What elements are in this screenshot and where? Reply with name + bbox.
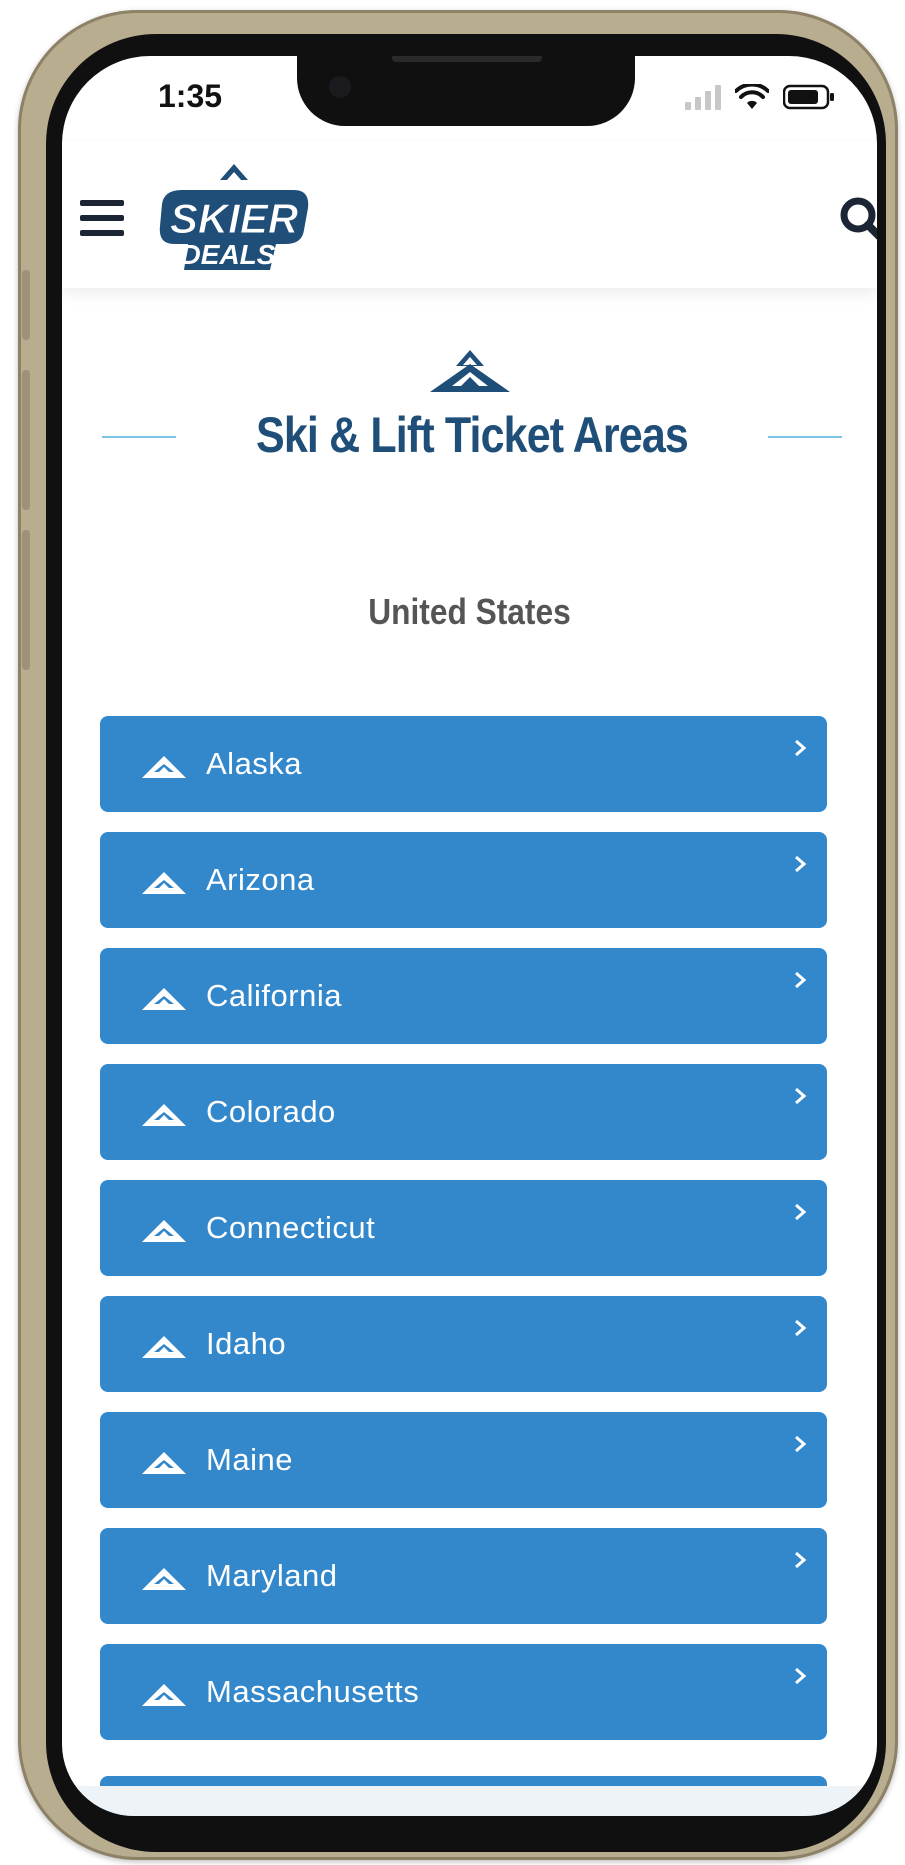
mountain-icon (142, 1104, 186, 1126)
state-list: Alaska Arizona California Colorado Conne… (100, 716, 827, 1760)
status-icons (685, 84, 835, 110)
list-item[interactable]: Arizona (100, 832, 827, 928)
list-item-label: Connecticut (206, 1210, 376, 1245)
cellular-signal-icon (685, 85, 721, 110)
title-divider-right (768, 436, 842, 438)
mountain-icon (142, 988, 186, 1010)
list-item[interactable]: Maryland (100, 1528, 827, 1624)
section-title: United States (368, 591, 571, 632)
mountain-icon (142, 756, 186, 778)
mountain-icon (142, 1568, 186, 1590)
page-title: Ski & Lift Ticket Areas (256, 407, 689, 463)
chevron-right-icon (795, 855, 807, 873)
list-item-label: Colorado (206, 1094, 336, 1129)
list-item-label: Alaska (206, 746, 303, 781)
volume-down-button (22, 530, 30, 670)
status-time: 1:35 (158, 78, 223, 114)
hamburger-menu-icon[interactable] (80, 200, 124, 240)
skier-deals-logo[interactable]: SKIER DEALS (154, 160, 314, 280)
screen-bottom-edge (62, 1786, 877, 1816)
chevron-right-icon (795, 1087, 807, 1105)
list-item[interactable]: Connecticut (100, 1180, 827, 1276)
chevron-right-icon (795, 971, 807, 989)
list-item[interactable]: Alaska (100, 716, 827, 812)
chevron-right-icon (795, 739, 807, 757)
list-item[interactable]: Maine (100, 1412, 827, 1508)
phone-screen: 1:35 SKIER DEALS Ski & Lift Ticket Areas… (62, 56, 877, 1816)
list-item[interactable]: California (100, 948, 827, 1044)
chevron-right-icon (795, 1435, 807, 1453)
mountain-logo-icon (430, 350, 510, 392)
list-item-label: Massachusetts (206, 1674, 420, 1709)
list-item[interactable]: Idaho (100, 1296, 827, 1392)
earpiece-speaker (392, 56, 542, 62)
mountain-icon (142, 1336, 186, 1358)
notch (297, 56, 635, 126)
wifi-icon (735, 84, 769, 109)
battery-icon (783, 84, 834, 110)
list-item-label: Idaho (206, 1326, 287, 1361)
mountain-icon (142, 872, 186, 894)
logo-text-skier: SKIER (170, 195, 299, 242)
list-item-label: Maryland (206, 1558, 338, 1593)
mountain-icon (142, 1452, 186, 1474)
list-item[interactable]: Massachusetts (100, 1644, 827, 1740)
mountain-icon (142, 1684, 186, 1706)
chevron-right-icon (795, 1319, 807, 1337)
front-camera (329, 76, 351, 98)
list-item[interactable]: Colorado (100, 1064, 827, 1160)
list-item-label: California (206, 978, 342, 1013)
mountain-icon (142, 1220, 186, 1242)
search-icon[interactable] (837, 194, 877, 246)
volume-up-button (22, 370, 30, 510)
chevron-right-icon (795, 1667, 807, 1685)
list-item-label: Maine (206, 1442, 293, 1477)
chevron-right-icon (795, 1551, 807, 1569)
mute-switch (22, 270, 30, 340)
list-item-label: Arizona (206, 862, 315, 897)
logo-text-deals: DEALS (181, 239, 276, 270)
page-title-row: Ski & Lift Ticket Areas (102, 406, 842, 476)
chevron-right-icon (795, 1203, 807, 1221)
site-header: SKIER DEALS (62, 142, 877, 288)
